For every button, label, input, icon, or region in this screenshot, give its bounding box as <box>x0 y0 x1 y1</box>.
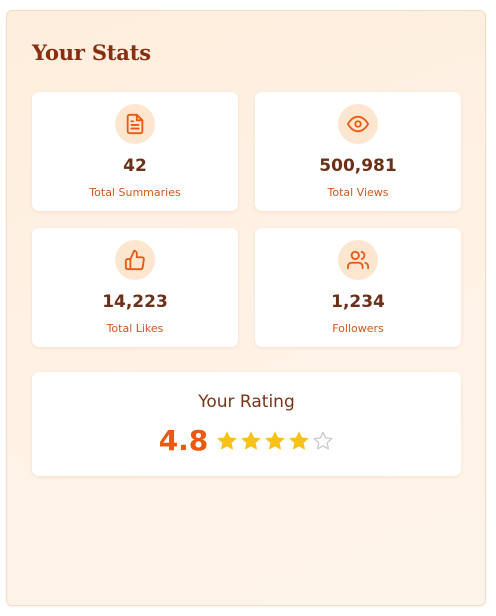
star-filled-icon <box>264 430 286 452</box>
icon-badge <box>115 240 155 280</box>
icon-badge <box>115 104 155 144</box>
stat-value: 500,981 <box>319 156 397 176</box>
stat-value: 1,234 <box>331 292 385 312</box>
stat-label: Total Likes <box>106 322 164 335</box>
star-rating <box>216 430 334 452</box>
stat-card-likes: 14,223 Total Likes <box>32 228 238 347</box>
star-filled-icon <box>240 430 262 452</box>
rating-row: 4.8 <box>32 424 461 457</box>
thumbs-up-icon <box>124 249 145 271</box>
rating-title: Your Rating <box>198 392 295 412</box>
icon-badge <box>338 104 378 144</box>
stat-card-views: 500,981 Total Views <box>255 92 461 211</box>
rating-card: Your Rating 4.8 <box>32 372 461 476</box>
stat-label: Total Summaries <box>89 186 181 199</box>
icon-badge <box>338 240 378 280</box>
panel-title: Your Stats <box>32 40 151 65</box>
star-empty-icon <box>312 430 334 452</box>
document-icon <box>126 113 144 135</box>
stat-card-followers: 1,234 Followers <box>255 228 461 347</box>
stat-value: 14,223 <box>102 292 168 312</box>
stat-card-summaries: 42 Total Summaries <box>32 92 238 211</box>
stat-label: Total Views <box>327 186 389 199</box>
star-filled-icon <box>216 430 238 452</box>
star-filled-icon <box>288 430 310 452</box>
users-icon <box>347 250 369 270</box>
stats-panel: Your Stats 42 Total Summaries 500,981 To… <box>6 10 486 606</box>
eye-icon <box>347 115 369 133</box>
stat-label: Followers <box>332 322 384 335</box>
stat-value: 42 <box>123 156 147 176</box>
rating-value: 4.8 <box>158 424 209 457</box>
